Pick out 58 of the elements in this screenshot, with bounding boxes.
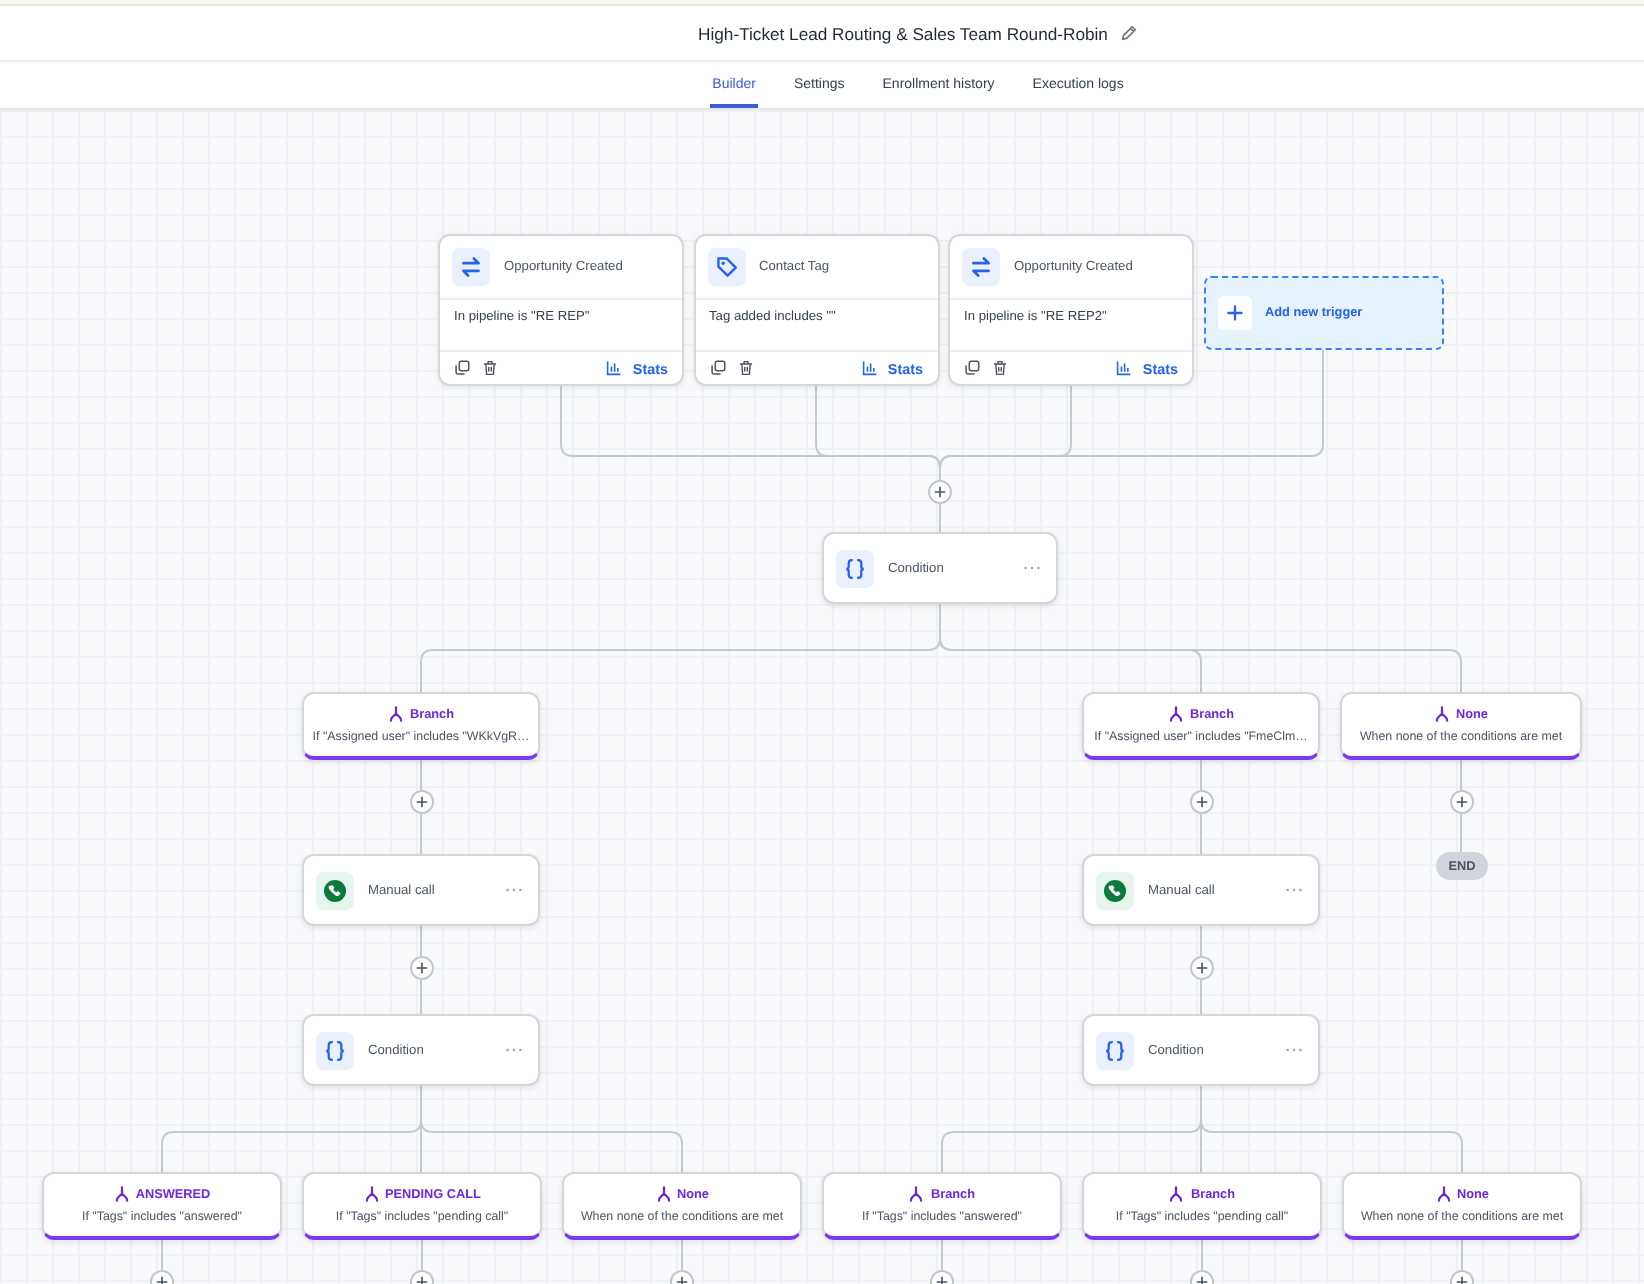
braces-icon [836, 549, 874, 587]
fork-icon [1434, 706, 1450, 722]
fork-icon [387, 706, 404, 722]
bar-chart-icon [1116, 360, 1133, 376]
connector-line [420, 813, 422, 855]
bar-chart-icon [606, 360, 623, 376]
phone-icon [316, 871, 354, 909]
connector-line [421, 1239, 423, 1271]
connector-line [1201, 1239, 1203, 1271]
connector-line [161, 1239, 163, 1271]
braces-icon [1096, 1031, 1134, 1069]
connector-line [1200, 813, 1202, 855]
connector-line [1460, 813, 1462, 853]
plus-icon [934, 486, 946, 498]
trash-icon[interactable] [992, 360, 1008, 376]
connector-line [1200, 759, 1202, 791]
connector-line [420, 759, 422, 791]
add-step-button[interactable] [1189, 790, 1213, 814]
tag-icon [707, 248, 745, 286]
connector-line [420, 925, 422, 957]
add-step-button[interactable] [409, 956, 433, 980]
pencil-icon[interactable] [1119, 24, 1138, 42]
trash-icon[interactable] [482, 360, 498, 376]
connector-line [420, 979, 422, 1015]
add-step-button[interactable] [928, 480, 952, 504]
phone-icon [1096, 871, 1134, 909]
bar-chart-icon [861, 360, 878, 376]
copy-icon[interactable] [964, 360, 980, 376]
workflow-title: High-Ticket Lead Routing & Sales Team Round-Robin [698, 23, 1108, 43]
copy-icon[interactable] [709, 360, 725, 376]
connector-line [1461, 1239, 1463, 1271]
fork-icon [1168, 1186, 1185, 1202]
fork-icon [1167, 706, 1184, 722]
plus-icon [1195, 962, 1207, 974]
copy-icon[interactable] [454, 360, 470, 376]
connector-line [941, 1239, 943, 1271]
plus-icon [1455, 796, 1467, 808]
plus-icon [415, 962, 427, 974]
connector-line [681, 1239, 683, 1271]
connector-line [939, 503, 941, 533]
plus-icon [415, 796, 427, 808]
add-step-button[interactable] [1449, 790, 1473, 814]
add-step-button[interactable] [409, 790, 433, 814]
connector-line [1200, 925, 1202, 957]
fork-icon [1435, 1186, 1451, 1202]
fork-icon [363, 1186, 380, 1202]
connector-line [1460, 759, 1462, 791]
fork-icon [655, 1186, 671, 1202]
braces-icon [316, 1031, 354, 1069]
exchange-arrows-icon [452, 248, 490, 286]
exchange-arrows-icon [962, 248, 1000, 286]
add-step-button[interactable] [1189, 956, 1213, 980]
plus-icon [1217, 296, 1251, 330]
connector-line [1200, 979, 1202, 1015]
trash-icon[interactable] [737, 360, 753, 376]
plus-icon [1195, 796, 1207, 808]
fork-icon [113, 1186, 130, 1202]
fork-icon [908, 1186, 925, 1202]
